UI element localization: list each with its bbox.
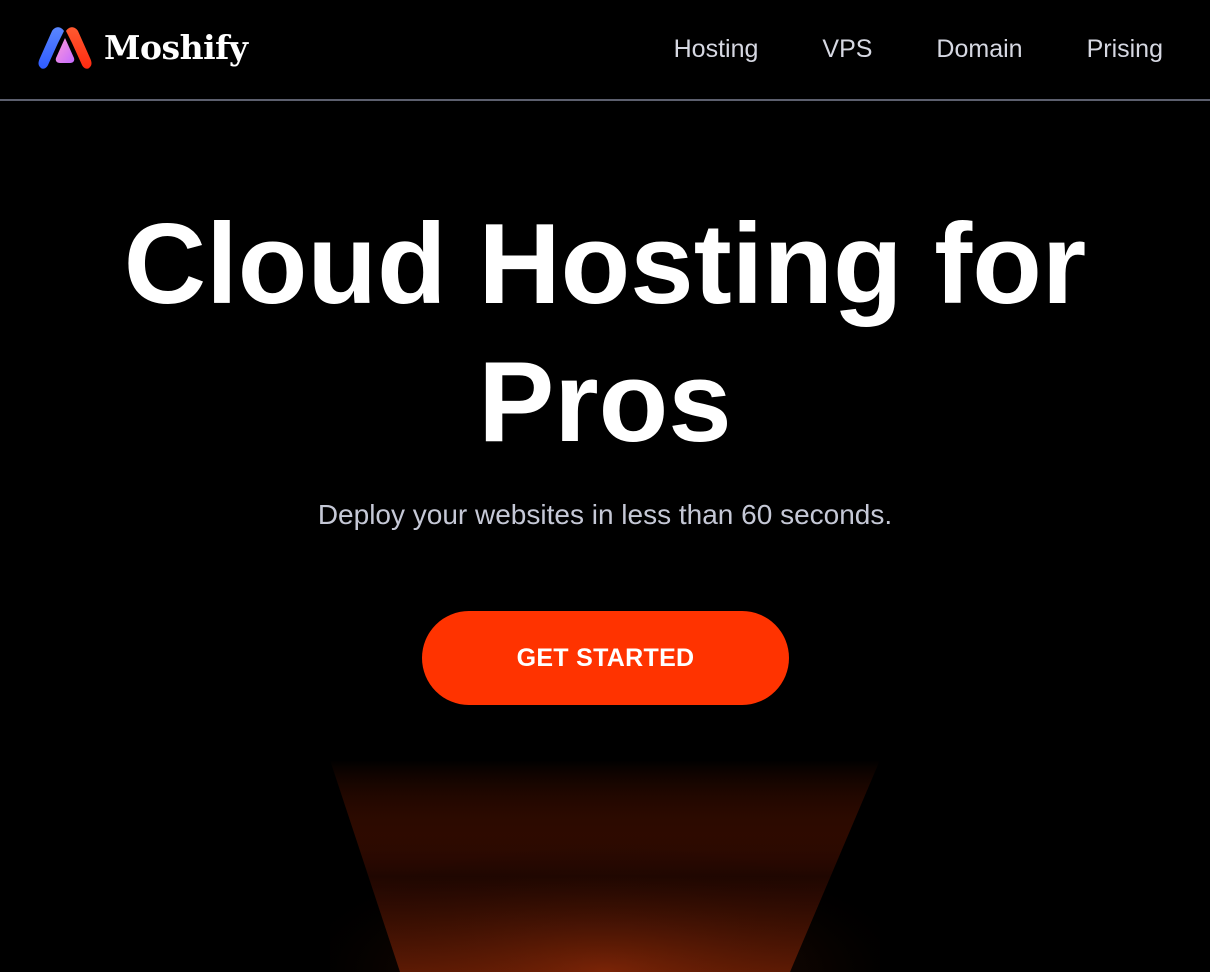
nav-link-hosting[interactable]: Hosting: [674, 30, 759, 68]
moshify-logo-icon: [38, 27, 92, 69]
main-nav: Hosting VPS Domain Prising: [674, 30, 1163, 68]
hero-title-line-2: Pros: [478, 339, 732, 466]
hero-title-line-1: Cloud Hosting for: [123, 201, 1087, 328]
hero-title: Cloud Hosting for Pros: [0, 196, 1210, 472]
nav-link-domain[interactable]: Domain: [936, 30, 1022, 68]
top-navbar: Moshify Hosting VPS Domain Prising: [0, 0, 1210, 101]
hero-light-beam-decoration: [330, 760, 880, 972]
brand-home-link[interactable]: Moshify: [38, 25, 248, 71]
nav-link-prising[interactable]: Prising: [1087, 30, 1163, 68]
nav-link-vps[interactable]: VPS: [822, 30, 872, 68]
get-started-button[interactable]: GET STARTED: [422, 611, 789, 705]
brand-name: Moshify: [104, 28, 248, 67]
hero-subtitle: Deploy your websites in less than 60 sec…: [317, 499, 893, 530]
